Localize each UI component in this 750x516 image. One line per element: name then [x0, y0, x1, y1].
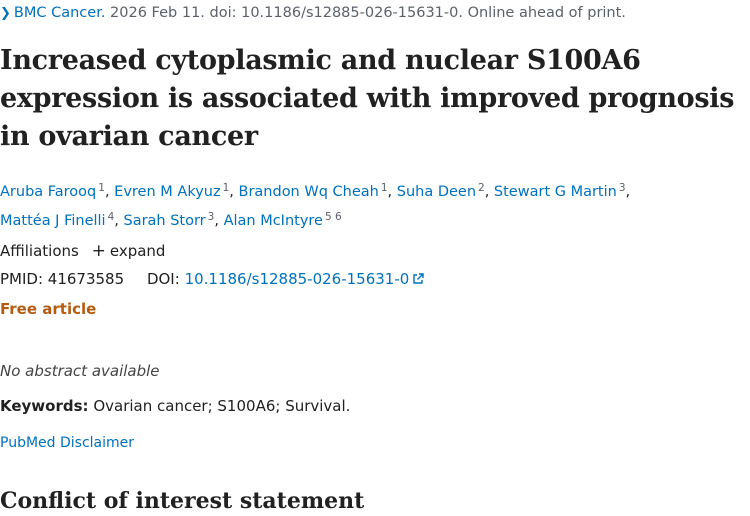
citation-details: 2026 Feb 11. doi: 10.1186/s12885-026-156… [110, 5, 626, 21]
free-article-badge: Free article [0, 300, 97, 318]
affiliation-ref[interactable]: 2 [478, 182, 485, 194]
affiliation-ref[interactable]: 1 [98, 182, 105, 194]
citation-line: ❯ BMC Cancer. 2026 Feb 11. doi: 10.1186/s… [0, 2, 626, 25]
keywords-text: Ovarian cancer; S100A6; Survival. [93, 397, 351, 415]
author-link[interactable]: Alan McIntyre [224, 213, 323, 229]
author-link[interactable]: Mattéa J Finelli [0, 213, 106, 229]
affiliations-label: Affiliations [0, 242, 79, 260]
author-list: Aruba Farooq 1, Evren M Akyuz 1, Brandon W… [0, 182, 631, 229]
affiliation-ref[interactable]: 3 [619, 182, 626, 194]
doi-link[interactable]: 10.1186/s12885-026-15631-0 [185, 270, 425, 288]
keywords-label: Keywords: [0, 397, 89, 415]
identifiers-row: PMID: 41673585 DOI: 10.1186/s12885-026-1… [0, 268, 425, 290]
article-title: Increased cytoplasmic and nuclear S100A6… [0, 45, 735, 152]
author-link[interactable]: Sarah Storr [123, 213, 205, 229]
conflict-of-interest-heading: Conflict of interest statement [0, 488, 365, 514]
affiliation-ref[interactable]: 1 [381, 182, 388, 194]
no-abstract-text: No abstract available [0, 362, 160, 380]
pubmed-disclaimer-link[interactable]: PubMed Disclaimer [0, 435, 134, 451]
journal-link[interactable]: BMC Cancer. [14, 5, 106, 21]
external-link-icon [413, 273, 425, 284]
author-link[interactable]: Brandon Wq Cheah [239, 184, 379, 200]
author-link[interactable]: Evren M Akyuz [114, 184, 220, 200]
disclaimer-row: PubMed Disclaimer [0, 432, 134, 454]
doi-value: 10.1186/s12885-026-15631-0 [184, 270, 410, 288]
doi-label: DOI: [146, 270, 180, 288]
expand-label: expand [109, 242, 166, 260]
keywords-row: Keywords: Ovarian cancer; S100A6; Surviv… [0, 395, 350, 417]
pmid-value: 41673585 [47, 270, 125, 288]
author-link[interactable]: Aruba Farooq [0, 184, 96, 200]
author-link[interactable]: Stewart G Martin [494, 184, 617, 200]
plus-icon: + [91, 241, 106, 261]
pmid-label: PMID: [0, 270, 44, 288]
affiliation-ref[interactable]: 5 6 [325, 211, 342, 223]
author-link[interactable]: Suha Deen [397, 184, 476, 200]
expand-affiliations-button[interactable]: + expand [91, 241, 166, 261]
chevron-right-icon[interactable]: ❯ [0, 6, 11, 21]
affiliations-row: Affiliations + expand [0, 240, 165, 262]
